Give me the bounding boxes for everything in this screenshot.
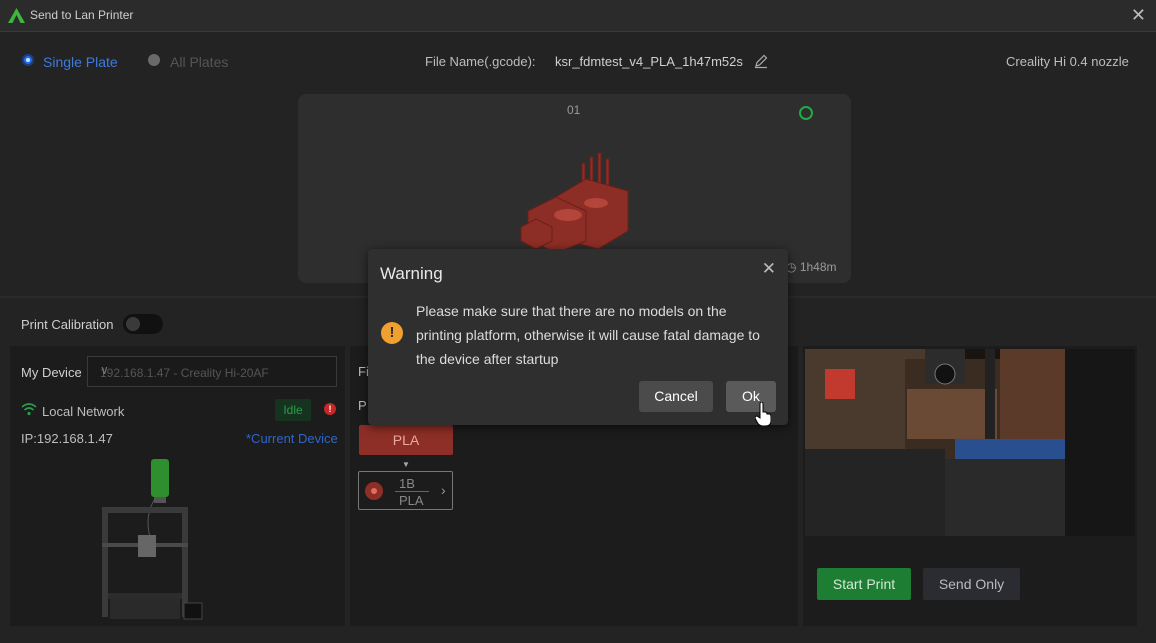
file-name-label: File Name(.gcode): <box>425 54 536 69</box>
dialog-title: Warning <box>380 264 443 283</box>
hand-cursor-icon <box>755 402 771 426</box>
filament-chip[interactable]: PLA <box>359 425 453 455</box>
device-ip: IP:192.168.1.47 <box>21 431 113 446</box>
start-print-button[interactable]: Start Print <box>817 568 911 600</box>
camera-feed-image <box>805 349 1135 536</box>
printer-image <box>102 459 203 620</box>
cancel-button[interactable]: Cancel <box>639 381 713 412</box>
my-device-label: My Device <box>21 365 82 380</box>
app-logo-icon <box>8 8 25 23</box>
plate-label: P <box>358 398 367 413</box>
all-plates-radio[interactable] <box>148 54 160 66</box>
print-calibration-toggle[interactable] <box>123 314 163 334</box>
chevron-right-icon: › <box>441 482 446 498</box>
title-bar: Send to Lan Printer ✕ <box>0 0 1156 32</box>
printer-preset: Creality Hi 0.4 nozzle <box>1006 54 1129 69</box>
arrow-down-icon: ▼ <box>402 460 410 469</box>
dialog-message: Please make sure that there are no model… <box>416 303 760 367</box>
all-plates-label[interactable]: All Plates <box>170 54 228 70</box>
file-name-value: ksr_fdmtest_v4_PLA_1h47m52s <box>555 54 743 69</box>
status-badge: Idle <box>275 399 311 421</box>
dialog-close-icon[interactable]: ✕ <box>762 259 776 279</box>
close-window-icon[interactable]: ✕ <box>1131 6 1146 24</box>
window-title: Send to Lan Printer <box>30 8 134 22</box>
single-plate-radio[interactable] <box>22 54 34 66</box>
single-plate-label[interactable]: Single Plate <box>43 54 118 70</box>
chevron-down-icon: ∨ <box>100 363 109 377</box>
print-time-value: 1h48m <box>799 260 837 274</box>
slot-id: 1B <box>399 476 415 491</box>
network-label: Local Network <box>42 404 125 419</box>
model-preview-image <box>520 152 629 254</box>
plate-number: 01 <box>567 103 581 117</box>
send-only-button[interactable]: Send Only <box>923 568 1020 600</box>
slot-material: PLA <box>399 493 424 508</box>
current-device-label: *Current Device <box>246 431 338 446</box>
camera-view <box>805 349 1135 536</box>
print-time: ◷ 1h48m <box>786 260 837 274</box>
warning-dialog: Warning ✕ ! Please make sure that there … <box>368 249 788 425</box>
device-select[interactable]: 192.168.1.47 - Creality Hi-20AF ∨ <box>87 356 337 387</box>
print-calibration-label: Print Calibration <box>21 317 114 332</box>
plate-status-indicator <box>799 106 813 120</box>
slot-color-icon <box>365 482 383 500</box>
ams-slot-button[interactable]: 1B PLA › <box>358 471 453 510</box>
slot-divider <box>395 491 429 492</box>
edit-pencil-icon[interactable] <box>753 53 769 69</box>
warning-icon: ! <box>381 322 403 344</box>
error-icon[interactable]: ! <box>324 403 336 415</box>
wifi-icon <box>21 403 37 416</box>
